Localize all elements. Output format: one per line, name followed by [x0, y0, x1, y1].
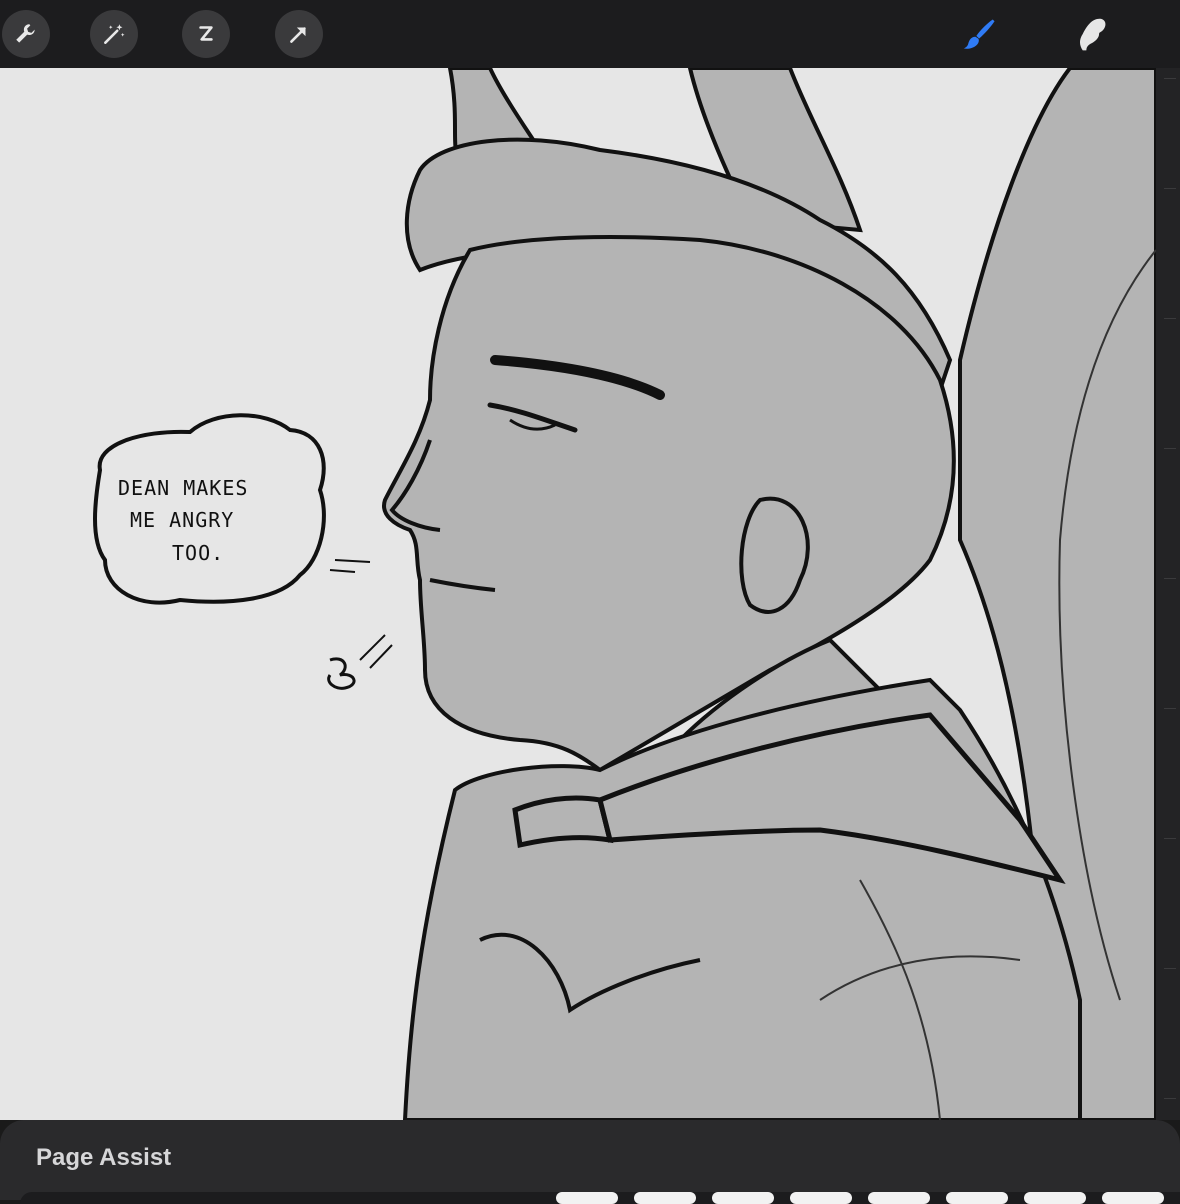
magic-wand-icon[interactable] [90, 10, 138, 58]
page-thumbnail[interactable] [946, 1192, 1008, 1204]
page-thumbnail[interactable] [1102, 1192, 1164, 1204]
page-thumbnail[interactable] [868, 1192, 930, 1204]
page-thumbnail[interactable] [790, 1192, 852, 1204]
page-thumbnail[interactable] [556, 1192, 618, 1204]
page-thumbnail[interactable] [634, 1192, 696, 1204]
speech-bubble-line3: TOO. [172, 541, 224, 565]
speech-bubble-line1: DEAN MAKES [118, 476, 248, 500]
top-toolbar [0, 0, 1180, 68]
side-rail[interactable] [1156, 68, 1180, 1120]
panel-title: Page Assist [36, 1144, 172, 1171]
selection-icon[interactable] [182, 10, 230, 58]
brush-icon[interactable] [958, 12, 1002, 56]
smudge-icon[interactable] [1068, 12, 1112, 56]
page-thumbnail[interactable] [712, 1192, 774, 1204]
page-thumbnail[interactable] [1024, 1192, 1086, 1204]
speech-bubble-line2: ME ANGRY [130, 508, 234, 532]
wrench-icon[interactable] [2, 10, 50, 58]
sketch-artwork: DEAN MAKES ME ANGRY TOO. [93, 68, 1156, 1120]
page-assist-panel: Page Assist [0, 1120, 1180, 1204]
arrow-cursor-icon[interactable] [275, 10, 323, 58]
drawing-canvas[interactable]: DEAN MAKES ME ANGRY TOO. [0, 68, 1156, 1120]
